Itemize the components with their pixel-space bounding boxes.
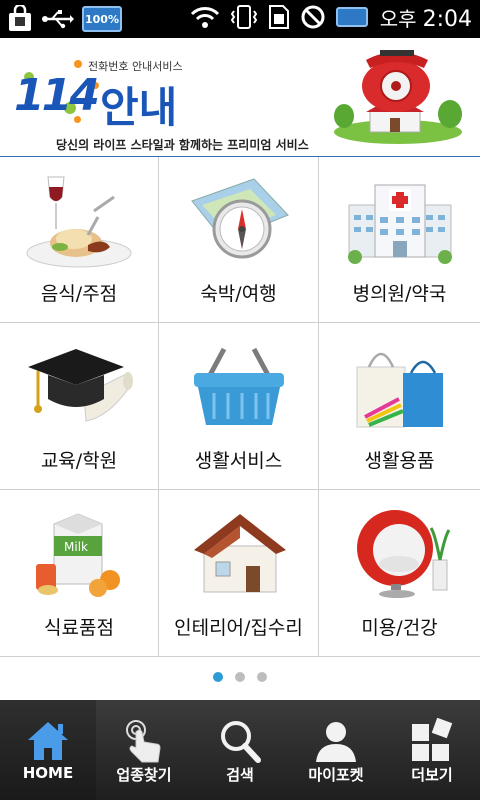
page-dot-2[interactable]	[235, 672, 245, 682]
basket-icon	[193, 347, 284, 425]
category-label: 인테리어/집수리	[174, 617, 303, 639]
category-groceries[interactable]: Milk 식료품점	[0, 490, 159, 657]
nav-home[interactable]: HOME	[0, 700, 96, 800]
category-label: 병의원/약국	[352, 283, 447, 305]
category-travel[interactable]: 숙박/여행	[159, 157, 319, 323]
dining-icon	[26, 176, 132, 268]
nav-category-search[interactable]: 업종찾기	[96, 700, 192, 800]
shopping-bag-notification-icon	[6, 4, 34, 34]
wifi-icon	[190, 2, 220, 32]
shopping-bags-icon	[356, 352, 443, 428]
category-label: 숙박/여행	[200, 283, 277, 305]
groceries-icon: Milk	[36, 513, 120, 597]
page-dot-1[interactable]	[213, 672, 223, 682]
vibrate-icon	[230, 2, 258, 32]
svg-text:Milk: Milk	[64, 540, 88, 554]
more-tiles-icon	[412, 718, 453, 761]
person-icon	[316, 722, 356, 762]
114-logo[interactable]: 전화번호 안내서비스 114 안내	[14, 60, 214, 138]
compass-map-icon	[190, 178, 289, 259]
logo-subtitle: 전화번호 안내서비스	[88, 60, 183, 73]
hospital-icon	[347, 184, 452, 264]
category-beauty[interactable]: 미용/건강	[319, 490, 480, 657]
page-indicator	[0, 672, 480, 688]
header-banner: 전화번호 안내서비스 114 안내 당신의 라이프 스타일과 함께하는 프리미엄…	[0, 38, 480, 158]
bottom-navigation: HOME 업종찾기 검색 마이포켓 더보기	[0, 700, 480, 800]
logo-text: 안내	[100, 83, 178, 132]
graduation-cap-icon	[28, 349, 133, 422]
category-label: 미용/건강	[361, 617, 438, 639]
category-hospital[interactable]: 병의원/약국	[319, 157, 480, 323]
tagline: 당신의 라이프 스타일과 함께하는 프리미엄 서비스	[56, 138, 309, 152]
page-dot-3[interactable]	[257, 672, 267, 682]
category-label: 생활용품	[364, 450, 435, 472]
do-not-disturb-icon	[300, 2, 326, 32]
category-interior[interactable]: 인테리어/집수리	[159, 490, 319, 657]
category-life-service[interactable]: 생활서비스	[159, 323, 319, 490]
home-icon	[28, 722, 68, 760]
telephone-house-illustration	[334, 50, 462, 144]
category-label: 교육/학원	[40, 450, 118, 472]
logo-dot	[74, 60, 82, 68]
category-label: 생활서비스	[194, 450, 283, 472]
sim-card-icon	[268, 2, 290, 32]
logo-number: 114	[14, 70, 100, 121]
category-label: 식료품점	[44, 617, 114, 639]
battery-full-badge: 100%	[82, 6, 122, 32]
category-label: 음식/주점	[40, 283, 118, 305]
battery-icon	[335, 2, 370, 32]
status-bar: 100% 오후 2:04	[0, 0, 480, 38]
nav-search[interactable]: 검색	[192, 700, 288, 800]
category-education[interactable]: 교육/학원	[0, 323, 159, 490]
clock: 오후 2:04	[379, 6, 472, 32]
nav-more[interactable]: 더보기	[384, 700, 480, 800]
category-grid: 음식/주점 숙박/여행 병의원/약국 교육/학원 생활서비스 생활용품 Milk…	[0, 157, 480, 657]
category-life-goods[interactable]: 생활용품	[319, 323, 480, 490]
category-dining[interactable]: 음식/주점	[0, 157, 159, 323]
house-icon	[193, 514, 286, 593]
search-icon	[221, 721, 261, 763]
nav-my-pocket[interactable]: 마이포켓	[288, 700, 384, 800]
usb-icon	[42, 4, 74, 34]
touch-finger-icon	[126, 720, 161, 763]
egg-chair-icon	[356, 510, 450, 598]
